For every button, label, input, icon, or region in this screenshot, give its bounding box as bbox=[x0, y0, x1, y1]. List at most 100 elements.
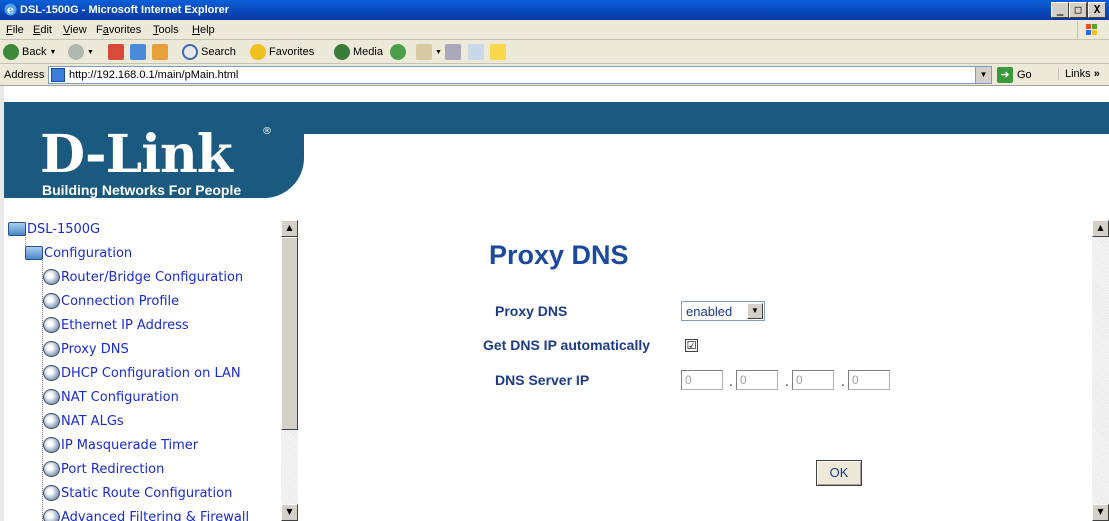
tree-root-dsl-1500g[interactable]: DSL-1500G bbox=[8, 220, 100, 238]
scroll-up-icon[interactable]: ▲ bbox=[281, 220, 298, 237]
search-label: Search bbox=[201, 46, 236, 58]
search-icon bbox=[182, 44, 198, 60]
tree-folder-label: Configuration bbox=[44, 245, 133, 261]
window-title: DSL-1500G - Microsoft Internet Explorer bbox=[20, 4, 230, 16]
proxy-dns-select[interactable]: enabled ▼ bbox=[681, 301, 765, 321]
menu-help[interactable]: Help bbox=[192, 24, 215, 36]
messenger-button[interactable] bbox=[490, 43, 506, 61]
address-dropdown-icon[interactable]: ▼ bbox=[975, 67, 991, 83]
tree-item-port-redirection[interactable]: Port Redirection bbox=[43, 460, 164, 478]
menu-tools[interactable]: Tools bbox=[153, 24, 179, 36]
tree-item-label: Connection Profile bbox=[61, 293, 180, 309]
address-input[interactable]: http://192.168.0.1/main/pMain.html ▼ bbox=[48, 66, 992, 84]
dns-ip-octet-1[interactable]: 0 bbox=[681, 370, 723, 390]
get-dns-auto-checkbox[interactable]: ☑ bbox=[685, 339, 698, 352]
minimize-button[interactable]: _ bbox=[1051, 2, 1069, 18]
refresh-button[interactable] bbox=[130, 43, 146, 61]
menu-favorites[interactable]: Favorites bbox=[96, 24, 141, 36]
menu-view[interactable]: View bbox=[63, 24, 87, 36]
go-button[interactable]: ➜ Go bbox=[997, 67, 1043, 83]
page-icon bbox=[51, 68, 65, 82]
tree-item-nat-algs[interactable]: NAT ALGs bbox=[43, 412, 124, 430]
favorites-button[interactable]: Favorites bbox=[250, 43, 314, 61]
tree-item-nat-configuration[interactable]: NAT Configuration bbox=[43, 388, 179, 406]
tree-item-label: NAT Configuration bbox=[61, 389, 179, 405]
address-url: http://192.168.0.1/main/pMain.html bbox=[69, 69, 239, 81]
history-icon bbox=[390, 44, 406, 60]
dns-ip-octet-2[interactable]: 0 bbox=[736, 370, 778, 390]
tree-item-label: Static Route Configuration bbox=[61, 485, 233, 501]
tree-item-label: Port Redirection bbox=[61, 461, 165, 477]
tree-item-static-route[interactable]: Static Route Configuration bbox=[43, 484, 232, 502]
config-page-icon bbox=[43, 485, 60, 501]
config-page-icon bbox=[43, 413, 60, 429]
media-button[interactable]: Media bbox=[334, 43, 383, 61]
tree-item-dhcp-lan[interactable]: DHCP Configuration on LAN bbox=[43, 364, 241, 382]
proxy-dns-value: enabled bbox=[686, 304, 733, 319]
dns-ip-octet-3[interactable]: 0 bbox=[792, 370, 834, 390]
go-label: Go bbox=[1017, 69, 1032, 81]
media-icon bbox=[334, 44, 350, 60]
note-icon bbox=[490, 44, 506, 60]
links-button[interactable]: Links » bbox=[1058, 68, 1100, 80]
chevron-down-icon: ▼ bbox=[747, 303, 763, 319]
history-button[interactable] bbox=[390, 43, 406, 61]
stop-button[interactable] bbox=[108, 43, 124, 61]
home-button[interactable] bbox=[152, 43, 168, 61]
scroll-down-icon[interactable]: ▼ bbox=[1092, 504, 1109, 521]
mail-dropdown-icon: ▼ bbox=[435, 48, 442, 56]
scroll-up-icon[interactable]: ▲ bbox=[1092, 220, 1109, 237]
menu-edit[interactable]: Edit bbox=[33, 24, 52, 36]
config-page-icon bbox=[43, 509, 60, 521]
tree-folder-configuration[interactable]: Configuration bbox=[25, 244, 132, 262]
tree-item-label: Proxy DNS bbox=[61, 341, 129, 357]
open-folder-icon bbox=[25, 246, 43, 260]
scroll-down-icon[interactable]: ▼ bbox=[281, 504, 298, 521]
tree-scrollbar[interactable]: ▲ ▼ bbox=[281, 220, 298, 521]
tree-item-ip-masquerade[interactable]: IP Masquerade Timer bbox=[43, 436, 198, 454]
dns-ip-octet-4[interactable]: 0 bbox=[848, 370, 890, 390]
dlink-banner: D-Link ® Building Networks For People bbox=[4, 86, 1109, 198]
config-page-icon bbox=[43, 293, 60, 309]
open-folder-icon bbox=[8, 222, 26, 236]
main-scrollbar[interactable]: ▲ ▼ bbox=[1092, 220, 1109, 521]
tree-item-label: Advanced Filtering & Firewall bbox=[61, 509, 250, 521]
forward-dropdown-icon: ▼ bbox=[87, 48, 94, 56]
tree-item-label: IP Masquerade Timer bbox=[61, 437, 199, 453]
config-page-icon bbox=[43, 461, 60, 477]
star-icon bbox=[250, 44, 266, 60]
tree-item-ethernet-ip[interactable]: Ethernet IP Address bbox=[43, 316, 189, 334]
logo-block: D-Link ® Building Networks For People bbox=[4, 102, 304, 198]
tree-item-label: Ethernet IP Address bbox=[61, 317, 189, 333]
tree-item-proxy-dns[interactable]: Proxy DNS bbox=[43, 340, 129, 358]
search-button[interactable]: Search bbox=[182, 43, 236, 61]
back-button[interactable]: Back ▼ bbox=[3, 43, 56, 61]
forward-button[interactable]: ▼ bbox=[68, 43, 94, 61]
back-dropdown-icon: ▼ bbox=[49, 48, 57, 56]
print-button[interactable] bbox=[445, 43, 461, 61]
tree-item-connection-profile[interactable]: Connection Profile bbox=[43, 292, 179, 310]
favorites-label: Favorites bbox=[269, 46, 315, 58]
address-bar: Address http://192.168.0.1/main/pMain.ht… bbox=[0, 64, 1109, 86]
get-dns-auto-label: Get DNS IP automatically bbox=[483, 337, 651, 353]
maximize-button[interactable]: □ bbox=[1069, 2, 1087, 18]
menu-bar: File Edit View Favorites Tools Help bbox=[0, 20, 1109, 40]
media-label: Media bbox=[353, 46, 383, 58]
tree-item-router-bridge[interactable]: Router/Bridge Configuration bbox=[43, 268, 243, 286]
edit-page-button[interactable] bbox=[468, 43, 484, 61]
back-arrow-icon bbox=[3, 44, 19, 60]
window-title-bar[interactable]: e DSL-1500G - Microsoft Internet Explore… bbox=[0, 0, 1109, 20]
tree-item-label: Router/Bridge Configuration bbox=[61, 269, 244, 285]
registered-mark: ® bbox=[262, 126, 272, 137]
svg-text:e: e bbox=[7, 4, 14, 17]
config-page-icon bbox=[43, 317, 60, 333]
banner-strip bbox=[284, 102, 1109, 134]
ok-button[interactable]: OK bbox=[816, 460, 862, 486]
tree-item-advanced-filtering[interactable]: Advanced Filtering & Firewall bbox=[43, 508, 249, 521]
mail-button[interactable]: ▼ bbox=[416, 43, 442, 61]
back-label: Back bbox=[22, 46, 47, 58]
menu-file[interactable]: File bbox=[6, 24, 24, 36]
scroll-thumb[interactable] bbox=[281, 237, 298, 430]
close-button[interactable]: X bbox=[1088, 2, 1106, 18]
config-page-icon bbox=[43, 269, 60, 285]
